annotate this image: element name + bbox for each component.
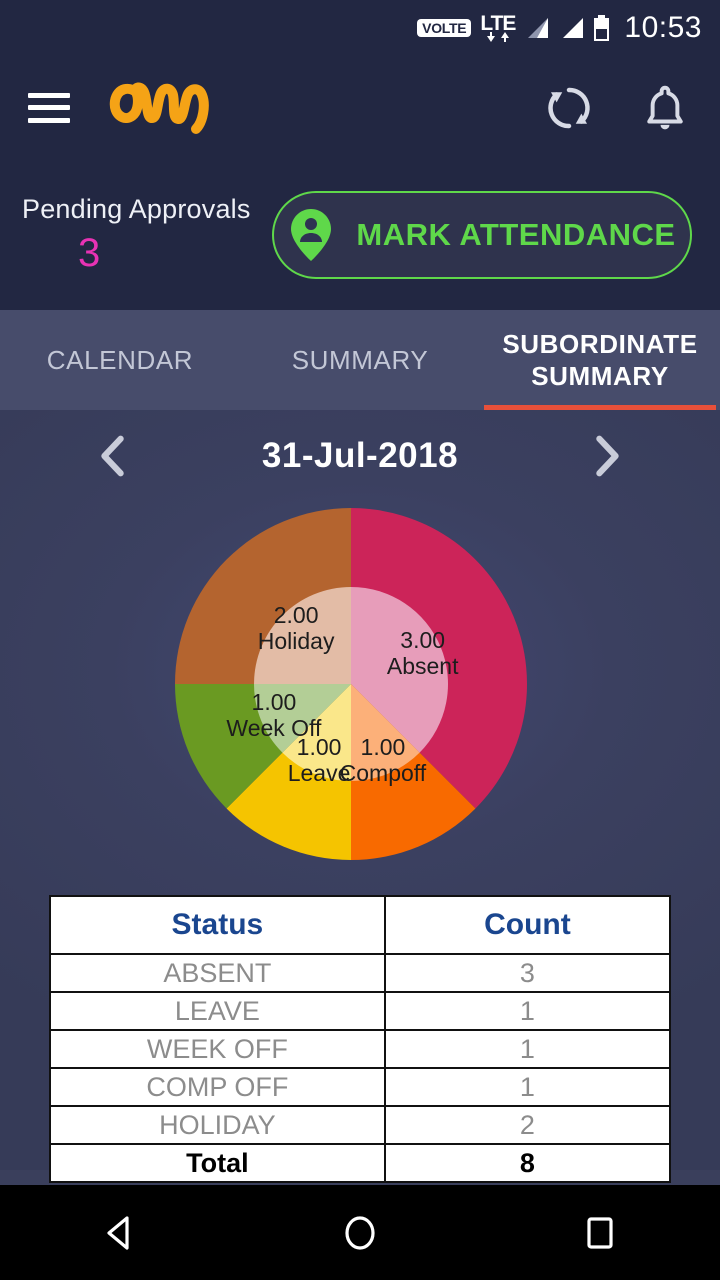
- status-bar: VOLTE LTE 10:53: [0, 0, 720, 55]
- date-navigation-bar: 31-Jul-2018: [0, 410, 720, 502]
- status-clock: 10:53: [624, 10, 702, 44]
- signal-bars-sim1-icon: [528, 17, 549, 38]
- cell-count: 3: [383, 953, 672, 993]
- location-person-pin-icon: [291, 209, 332, 261]
- app-bar: [0, 55, 720, 160]
- chevron-left-icon[interactable]: [90, 433, 136, 479]
- column-header-status: Status: [49, 895, 386, 955]
- cm-logo-icon[interactable]: [108, 74, 216, 141]
- table-total-row: Total 8: [49, 1143, 672, 1183]
- column-header-count: Count: [383, 895, 672, 955]
- table-row: COMP OFF 1: [49, 1067, 672, 1107]
- table-row: HOLIDAY 2: [49, 1105, 672, 1145]
- data-transfer-arrows-icon: [485, 31, 511, 43]
- lte-indicator: LTE: [480, 13, 516, 43]
- cell-status: ABSENT: [49, 953, 386, 993]
- table-header-row: Status Count: [49, 895, 672, 955]
- back-triangle-icon[interactable]: [85, 1198, 155, 1268]
- cell-status: COMP OFF: [49, 1067, 386, 1107]
- battery-icon: [594, 14, 610, 41]
- current-date-label: 31-Jul-2018: [261, 436, 459, 475]
- table-body: ABSENT 3 LEAVE 1 WEEK OFF 1 COMP OFF 1 HOLIDAY 2 T…: [49, 953, 672, 1183]
- tab-calendar[interactable]: CALENDAR: [0, 310, 240, 410]
- total-label: Total: [49, 1143, 386, 1183]
- table-row: LEAVE 1: [49, 991, 672, 1031]
- cell-status: LEAVE: [49, 991, 386, 1031]
- tab-summary[interactable]: SUMMARY: [240, 310, 480, 410]
- pending-approvals-row: Pending Approvals 3 MARK ATTENDANCE: [0, 160, 720, 310]
- sync-refresh-icon[interactable]: [542, 81, 596, 135]
- mark-attendance-button[interactable]: MARK ATTENDANCE: [272, 191, 692, 279]
- tab-subordinate-summary[interactable]: SUBORDINATE SUMMARY: [480, 310, 720, 410]
- cell-status: WEEK OFF: [49, 1029, 386, 1069]
- attendance-pie-chart: 3.00 Absent 1.00 Compoff 1.00 Leave 1.00 Week O…: [0, 502, 720, 884]
- status-count-table: Status Count ABSENT 3 LEAVE 1 WEEK OFF 1 COMP …: [49, 895, 672, 1183]
- summary-table: Status Count ABSENT 3 LEAVE 1 WEEK OFF 1 COMP …: [49, 895, 672, 1183]
- pending-approvals-count: 3: [78, 231, 101, 275]
- volte-badge: VOLTE: [417, 18, 472, 37]
- signal-bars-sim2-icon: [563, 17, 584, 38]
- table-row: WEEK OFF 1: [49, 1029, 672, 1069]
- total-value: 8: [383, 1143, 672, 1183]
- cell-status: HOLIDAY: [49, 1105, 386, 1145]
- recents-square-icon[interactable]: [565, 1198, 635, 1268]
- chevron-right-icon[interactable]: [584, 433, 630, 479]
- pending-approvals-block[interactable]: Pending Approvals 3: [22, 194, 272, 276]
- table-row: ABSENT 3: [49, 953, 672, 993]
- table-head: Status Count: [49, 895, 672, 955]
- hamburger-menu-icon[interactable]: [28, 92, 70, 123]
- home-circle-icon[interactable]: [325, 1198, 395, 1268]
- cell-count: 1: [383, 1029, 672, 1069]
- tab-bar: CALENDAR SUMMARY SUBORDINATE SUMMARY: [0, 310, 720, 410]
- cell-count: 1: [383, 1067, 672, 1107]
- pending-approvals-label: Pending Approvals: [22, 194, 251, 224]
- app-root: VOLTE LTE 10:53 Pending Approvals 3 MARK…: [0, 0, 720, 1280]
- cell-count: 2: [383, 1105, 672, 1145]
- android-nav-bar: [0, 1185, 720, 1280]
- pie-inner-ring: [254, 587, 448, 781]
- mark-attendance-label: MARK ATTENDANCE: [356, 217, 676, 252]
- cell-count: 1: [383, 991, 672, 1031]
- pie-chart-svg: [175, 508, 527, 860]
- bell-notification-icon[interactable]: [638, 81, 692, 135]
